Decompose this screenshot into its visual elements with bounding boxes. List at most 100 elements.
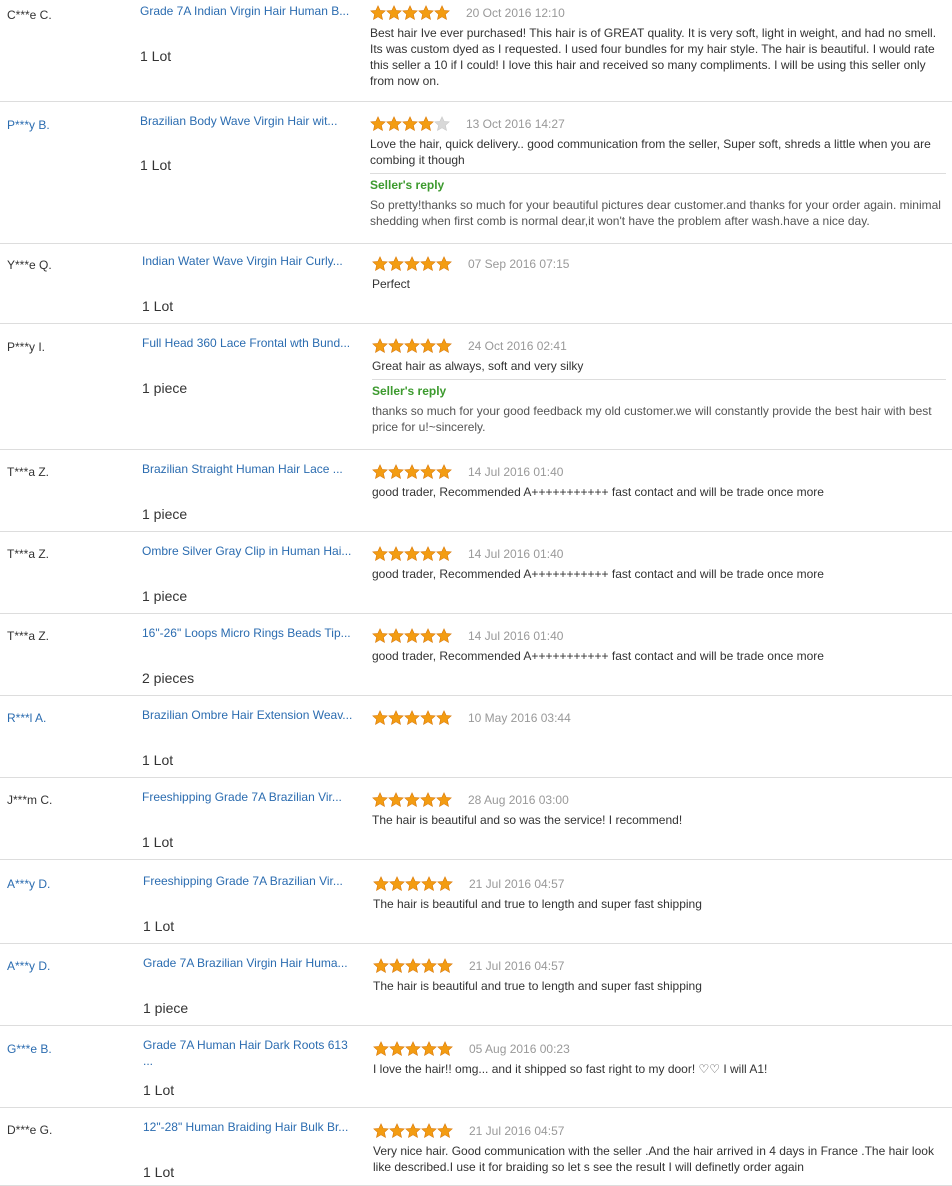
star-icon <box>421 876 437 892</box>
order-quantity: 1 Lot <box>140 48 172 64</box>
product-link[interactable]: Grade 7A Brazilian Virgin Hair Huma... <box>143 955 361 971</box>
feedback-date: 13 Oct 2016 14:27 <box>466 117 565 131</box>
feedback-list: C***e C. Grade 7A Indian Virgin Hair Huma… <box>0 0 952 1186</box>
product-link[interactable]: Freeshipping Grade 7A Brazilian Vir... <box>143 873 361 889</box>
order-quantity: 1 Lot <box>142 834 174 850</box>
star-icon <box>420 546 436 562</box>
feedback-comment: The hair is beautiful and true to length… <box>373 979 702 993</box>
feedback-body: 14 Jul 2016 01:40 good trader, Recommende… <box>372 628 946 664</box>
product-link[interactable]: 12"-28" Human Braiding Hair Bulk Br... <box>143 1119 361 1135</box>
buyer-name: C***e C. <box>7 8 52 22</box>
star-icon <box>434 116 450 132</box>
buyer-name[interactable]: R***l A. <box>7 711 46 725</box>
product-link[interactable]: Brazilian Ombre Hair Extension Weav... <box>142 707 360 723</box>
feedback-comment: The hair is beautiful and so was the ser… <box>372 813 683 827</box>
star-icon <box>372 710 388 726</box>
star-icon <box>436 710 452 726</box>
star-icon <box>372 338 388 354</box>
star-icon <box>421 958 437 974</box>
product-link[interactable]: Indian Water Wave Virgin Hair Curly... <box>142 253 360 269</box>
buyer-name: T***a Z. <box>7 629 50 643</box>
star-icon <box>402 5 418 21</box>
buyer-name: T***a Z. <box>7 547 50 561</box>
product-link[interactable]: Brazilian Straight Human Hair Lace ... <box>142 461 360 477</box>
star-rating <box>372 792 452 808</box>
order-quantity: 2 pieces <box>142 670 195 686</box>
star-icon <box>370 5 386 21</box>
star-rating <box>372 464 452 480</box>
star-icon <box>388 546 404 562</box>
reply-divider <box>372 379 946 380</box>
star-icon <box>436 464 452 480</box>
product-link[interactable]: Full Head 360 Lace Frontal wth Bund... <box>142 335 360 351</box>
star-icon <box>436 546 452 562</box>
buyer-name[interactable]: A***y D. <box>7 959 50 973</box>
feedback-comment: good trader, Recommended A+++++++++++ fa… <box>372 649 824 663</box>
star-icon <box>404 256 420 272</box>
star-icon <box>437 1041 453 1057</box>
star-icon <box>402 116 418 132</box>
product-link[interactable]: Brazilian Body Wave Virgin Hair wit... <box>140 113 358 129</box>
star-icon <box>405 1041 421 1057</box>
feedback-comment: Love the hair, quick delivery.. good com… <box>370 137 931 167</box>
buyer-name: T***a Z. <box>7 465 50 479</box>
star-icon <box>421 1123 437 1139</box>
product-link[interactable]: Ombre Silver Gray Clip in Human Hai... <box>142 543 360 559</box>
star-icon <box>389 958 405 974</box>
star-rating <box>370 5 450 21</box>
star-icon <box>372 792 388 808</box>
star-icon <box>388 464 404 480</box>
star-icon <box>437 876 453 892</box>
seller-reply-label: Seller's reply <box>372 384 447 398</box>
star-icon <box>373 958 389 974</box>
star-icon <box>436 792 452 808</box>
seller-reply-text: So pretty!thanks so much for your beauti… <box>370 198 941 228</box>
buyer-name: Y***e Q. <box>7 258 52 272</box>
star-icon <box>420 256 436 272</box>
buyer-name[interactable]: A***y D. <box>7 877 50 891</box>
feedback-comment: Perfect <box>372 277 411 291</box>
feedback-body: 14 Jul 2016 01:40 good trader, Recommende… <box>372 546 946 582</box>
star-rating <box>373 958 453 974</box>
star-rating <box>372 338 452 354</box>
buyer-name[interactable]: P***y B. <box>7 118 50 132</box>
star-icon <box>404 546 420 562</box>
feedback-date: 21 Jul 2016 04:57 <box>469 1124 565 1138</box>
feedback-comment: good trader, Recommended A+++++++++++ fa… <box>372 567 824 581</box>
product-link[interactable]: Grade 7A Human Hair Dark Roots 613 ... <box>143 1037 361 1069</box>
buyer-name: D***e G. <box>7 1123 53 1137</box>
feedback-date: 05 Aug 2016 00:23 <box>469 1042 570 1056</box>
star-icon <box>370 116 386 132</box>
order-quantity: 1 Lot <box>142 298 174 314</box>
star-rating <box>373 876 453 892</box>
product-link[interactable]: 16"-26" Loops Micro Rings Beads Tip... <box>142 625 360 641</box>
star-icon <box>420 628 436 644</box>
order-quantity: 1 Lot <box>143 1082 175 1098</box>
product-link[interactable]: Grade 7A Indian Virgin Hair Human B... <box>140 3 358 19</box>
star-icon <box>404 628 420 644</box>
feedback-date: 21 Jul 2016 04:57 <box>469 877 565 891</box>
star-icon <box>372 628 388 644</box>
star-icon <box>436 628 452 644</box>
feedback-comment: Very nice hair. Good communication with … <box>373 1144 934 1174</box>
star-rating <box>370 116 450 132</box>
order-quantity: 1 piece <box>142 588 188 604</box>
buyer-name[interactable]: G***e B. <box>7 1042 52 1056</box>
order-quantity: 1 Lot <box>143 1164 175 1180</box>
feedback-body: 21 Jul 2016 04:57 Very nice hair. Good co… <box>373 1123 946 1175</box>
star-icon <box>404 338 420 354</box>
feedback-date: 14 Jul 2016 01:40 <box>468 629 564 643</box>
star-icon <box>420 338 436 354</box>
product-link[interactable]: Freeshipping Grade 7A Brazilian Vir... <box>142 789 360 805</box>
star-icon <box>372 256 388 272</box>
star-icon <box>418 116 434 132</box>
order-quantity: 1 piece <box>142 380 188 396</box>
feedback-date: 21 Jul 2016 04:57 <box>469 959 565 973</box>
star-icon <box>421 1041 437 1057</box>
star-icon <box>404 710 420 726</box>
star-icon <box>420 464 436 480</box>
feedback-date: 24 Oct 2016 02:41 <box>468 339 567 353</box>
star-icon <box>389 1123 405 1139</box>
star-icon <box>436 338 452 354</box>
feedback-body: 05 Aug 2016 00:23 I love the hair!! omg..… <box>373 1041 946 1077</box>
